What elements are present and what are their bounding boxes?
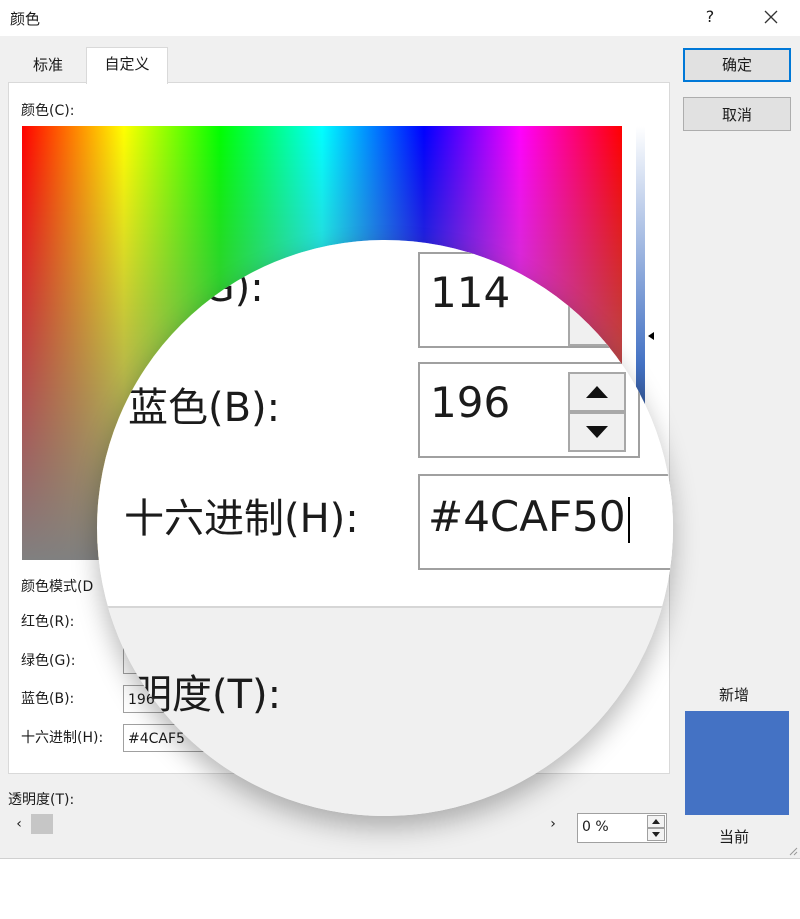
close-button[interactable] (754, 4, 788, 30)
magnified-hex-label: 十六进制(H): (124, 496, 359, 542)
transparency-slider-thumb[interactable] (31, 814, 53, 834)
blue-label: 蓝色(B): (21, 691, 75, 707)
transparency-label: 透明度(T): (8, 792, 75, 808)
magnified-blue-label: 蓝色(B): (128, 385, 281, 431)
tab-standard[interactable]: 标准 (12, 49, 84, 82)
close-icon (764, 10, 778, 24)
green-label: 绿色(G): (21, 653, 76, 669)
magnified-green-field[interactable]: 114 (418, 252, 673, 348)
text-caret (627, 496, 630, 543)
magnified-hex-value: #4CAF50 (428, 492, 626, 541)
title-bar: 颜色 ? (0, 0, 800, 36)
transparency-value: 0 % (582, 819, 609, 835)
dialog-title: 颜色 (10, 10, 41, 28)
transparency-field[interactable]: 0 % (577, 813, 667, 843)
resize-grip-icon[interactable] (788, 846, 798, 856)
magnified-green-spin-down[interactable] (568, 300, 626, 346)
magnified-blue-spin-down[interactable] (568, 412, 626, 452)
tab-custom[interactable]: 自定义 (86, 47, 168, 84)
help-button[interactable]: ? (696, 4, 724, 30)
scroll-left-icon[interactable]: ‹ (10, 812, 28, 836)
spin-down-icon (586, 426, 608, 438)
magnified-green-value: 114 (430, 268, 511, 317)
red-label: 红色(R): (21, 614, 75, 630)
ok-button[interactable]: 确定 (683, 48, 791, 82)
colors-label: 颜色(C): (21, 103, 75, 119)
spin-down-icon (652, 832, 660, 837)
color-mode-label: 颜色模式(D (21, 579, 94, 595)
current-color-label: 当前 (719, 828, 750, 846)
new-color-label: 新增 (719, 686, 750, 704)
spin-up-icon (652, 819, 660, 824)
magnified-blue-value: 196 (430, 378, 511, 427)
hex-label: 十六进制(H): (21, 730, 104, 746)
magnified-hex-field[interactable]: #4CAF50 (418, 474, 673, 570)
magnified-green-label: (G): (188, 265, 264, 311)
magnifier-lens: (G): 114 蓝色(B): 196 十六进制(H): #4CAF50 明度(… (97, 240, 673, 816)
cancel-button[interactable]: 取消 (683, 97, 791, 131)
color-preview-swatch (685, 711, 789, 815)
magnified-transparency-label: 明度(T): (132, 672, 282, 718)
spin-up-button[interactable] (647, 815, 665, 828)
spin-up-icon (586, 386, 608, 398)
magnified-blue-spin-up[interactable] (568, 372, 626, 412)
spin-down-button[interactable] (647, 828, 665, 841)
